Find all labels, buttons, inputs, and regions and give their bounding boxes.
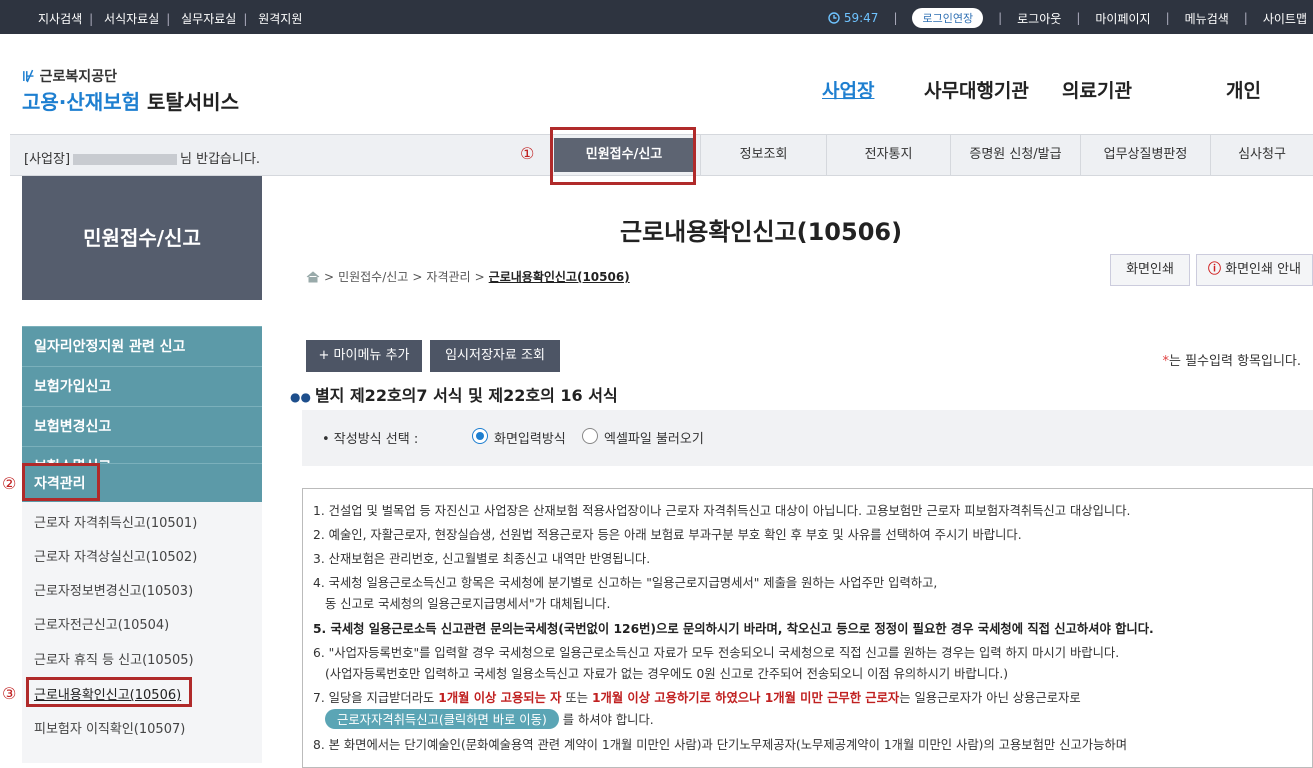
method-select-box: • 작성방식 선택 : 화면입력방식 엑셀파일 불러오기 (302, 410, 1313, 466)
radio-screen-input[interactable] (472, 428, 488, 444)
sidebar-item-10504[interactable]: 근로자전근신고(10504) (34, 614, 169, 633)
notice-line-4b: 동 신고로 국세청의 일용근로지급명세서"가 대체됩니다. (325, 597, 611, 611)
welcome-prefix: [사업장] (24, 152, 71, 167)
top-left-links: 지사검색 | 서식자료실 | 실무자료실 | 원격지원 (38, 12, 303, 26)
sidebar-item-10507[interactable]: 피보험자 이직확인(10507) (34, 718, 185, 737)
bullet-dots-icon: ●● (290, 390, 311, 404)
logout-link[interactable]: 로그아웃 (1017, 10, 1061, 27)
notice-7-a: 7. 일당을 지급받더라도 (313, 691, 439, 705)
link-branch-search[interactable]: 지사검색 (38, 12, 82, 26)
menu-e-notice[interactable]: 전자통지 (826, 135, 950, 175)
sidebar-group-change[interactable]: 보험변경신고 (22, 406, 262, 446)
sidebar-item-10505[interactable]: 근로자 휴직 등 신고(10505) (34, 649, 194, 668)
print-button[interactable]: 화면인쇄 (1110, 254, 1190, 286)
notice-line-6a: 6. "사업자등록번호"를 입력할 경우 국세청으로 일용근로소득신고 자료가 … (313, 646, 1120, 660)
breadcrumb: > 민원접수/신고 > 자격관리 > 근로내용확인신고(10506) (306, 268, 630, 285)
section-title-text: 별지 제22호의7 서식 및 제22호의 16 서식 (314, 386, 618, 405)
notice-line-4a: 4. 국세청 일용근로소득신고 항목은 국세청에 분기별로 신고하는 "일용근로… (313, 576, 938, 590)
notice-7-c: 는 일용근로자가 아닌 상용근로자로 (899, 691, 1081, 705)
notice-line-2: 2. 예술인, 자활근로자, 현장실습생, 선원법 적용근로자 등은 아래 보험… (313, 528, 1022, 542)
clock-icon (828, 12, 840, 24)
menu-occupational-disease[interactable]: 업무상질병판정 (1080, 135, 1210, 175)
sidebar-item-10503[interactable]: 근로자정보변경신고(10503) (34, 580, 193, 599)
highlight-box-10506 (26, 677, 192, 707)
alert-icon: ⓘ (1207, 262, 1221, 277)
masked-business-name (73, 154, 178, 165)
page-title: 근로내용확인신고(10506) (620, 218, 903, 246)
notice-line-7b: 근로자자격취득신고(클릭하면 바로 이동) 를 하셔야 합니다. (325, 709, 654, 729)
service-title[interactable]: 고용·산재보험 토탈서비스 (22, 86, 239, 115)
login-extend-button[interactable]: 로그인연장 (912, 8, 984, 28)
section-title: ●● 별지 제22호의7 서식 및 제22호의 16 서식 (290, 382, 618, 406)
qualification-acquisition-link-button[interactable]: 근로자자격취득신고(클릭하면 바로 이동) (325, 709, 559, 729)
print-guide-button[interactable]: ⓘ 화면인쇄 안내 (1196, 254, 1313, 286)
notice-line-5: 5. 국세청 일용근로소득 신고관련 문의는국세청(국번없이 126번)으로 문… (313, 622, 1154, 636)
marker-1: ① (520, 144, 535, 163)
top-right-links: 59:47 | 로그인연장 | 로그아웃 | 마이페이지 | 메뉴검색 | 사이트맵 (828, 8, 1307, 28)
notice-line-6b: (사업자등록번호만 입력하고 국세청 일용소득신고 자료가 없는 경우에도 0원… (325, 667, 1009, 681)
gnav-agency[interactable]: 사무대행기관 (924, 76, 1029, 103)
menu-search-link[interactable]: 메뉴검색 (1185, 10, 1229, 27)
link-forms[interactable]: 서식자료실 (104, 12, 159, 26)
breadcrumb-current: 근로내용확인신고(10506) (488, 270, 630, 284)
add-mymenu-button[interactable]: + 마이메뉴 추가 (306, 340, 422, 372)
link-remote-support[interactable]: 원격지원 (258, 12, 302, 26)
link-practice[interactable]: 실무자료실 (181, 12, 236, 26)
agency-logo[interactable]: ⊮ 근로복지공단 (22, 66, 117, 86)
sidebar-title: 민원접수/신고 (22, 176, 262, 300)
sidebar-item-10502[interactable]: 근로자 자격상실신고(10502) (34, 546, 197, 565)
radio-screen-input-label[interactable]: 화면입력방식 (494, 428, 566, 447)
menu-review-claim[interactable]: 심사청구 (1210, 135, 1313, 175)
notice-line-3: 3. 산재보험은 관리번호, 신고월별로 최종신고 내역만 반영됩니다. (313, 552, 651, 566)
mypage-link[interactable]: 마이페이지 (1095, 10, 1150, 27)
radio-excel-import[interactable] (582, 428, 598, 444)
method-label: • 작성방식 선택 : (322, 432, 419, 447)
notice-line-7: 7. 일당을 지급받더라도 1개월 이상 고용되는 자 또는 1개월 이상 고용… (313, 688, 1081, 706)
marker-2: ② (2, 474, 17, 493)
gnav-workplace[interactable]: 사업장 (822, 76, 874, 103)
marker-3: ③ (2, 684, 17, 703)
notice-7-d: 를 하셔야 합니다. (562, 713, 654, 727)
temp-saved-query-button[interactable]: 임시저장자료 조회 (430, 340, 560, 372)
session-timer: 59:47 (828, 11, 879, 25)
agency-name: 근로복지공단 (39, 69, 117, 85)
breadcrumb-2[interactable]: 자격관리 (426, 268, 470, 285)
sidebar-group-join[interactable]: 보험가입신고 (22, 366, 262, 406)
notice-7-b: 또는 (561, 691, 592, 705)
welcome-suffix: 님 반갑습니다. (180, 152, 261, 167)
notice-line-8: 8. 본 화면에서는 단기예술인(문화예술용역 관련 계약이 1개월 미만인 사… (313, 738, 1128, 752)
breadcrumb-1[interactable]: 민원접수/신고 (338, 268, 408, 285)
welcome-message: [사업장] 님 반갑습니다. (24, 148, 260, 167)
sidebar-item-10501[interactable]: 근로자 자격취득신고(10501) (34, 512, 197, 531)
service-title-main: 고용·산재보험 (22, 90, 140, 114)
gnav-medical[interactable]: 의료기관 (1062, 76, 1132, 103)
highlight-box-menu (550, 127, 696, 185)
radio-excel-import-label[interactable]: 엑셀파일 불러오기 (604, 428, 704, 447)
notice-7-red-2: 1개월 이상 고용하기로 하였으나 1개월 미만 근무한 근로자 (591, 691, 900, 705)
sidebar-group-job-stability[interactable]: 일자리안정지원 관련 신고 (22, 326, 262, 366)
gnav-personal[interactable]: 개인 (1226, 76, 1261, 103)
logo-mark-icon: ⊮ (22, 69, 35, 85)
required-note-text: 는 필수입력 항목입니다. (1169, 354, 1301, 369)
print-guide-label: 화면인쇄 안내 (1225, 262, 1302, 277)
notice-7-red-1: 1개월 이상 고용되는 자 (438, 691, 562, 705)
highlight-box-qualification (22, 463, 100, 501)
sitemap-link[interactable]: 사이트맵 (1263, 10, 1307, 27)
menu-certificate[interactable]: 증명원 신청/발급 (950, 135, 1080, 175)
home-icon[interactable] (306, 270, 320, 283)
top-utility-bar: 지사검색 | 서식자료실 | 실무자료실 | 원격지원 59:47 | 로그인연장 |… (0, 0, 1313, 34)
required-note: *는 필수입력 항목입니다. (1163, 350, 1302, 369)
notice-box: 1. 건설업 및 벌목업 등 자진신고 사업장은 산재보험 적용사업장이나 근로… (302, 488, 1313, 768)
notice-line-1: 1. 건설업 및 벌목업 등 자진신고 사업장은 산재보험 적용사업장이나 근로… (313, 504, 1131, 518)
timer-value: 59:47 (843, 11, 879, 25)
service-title-sub: 토탈서비스 (146, 90, 239, 114)
menu-info-query[interactable]: 정보조회 (700, 135, 826, 175)
